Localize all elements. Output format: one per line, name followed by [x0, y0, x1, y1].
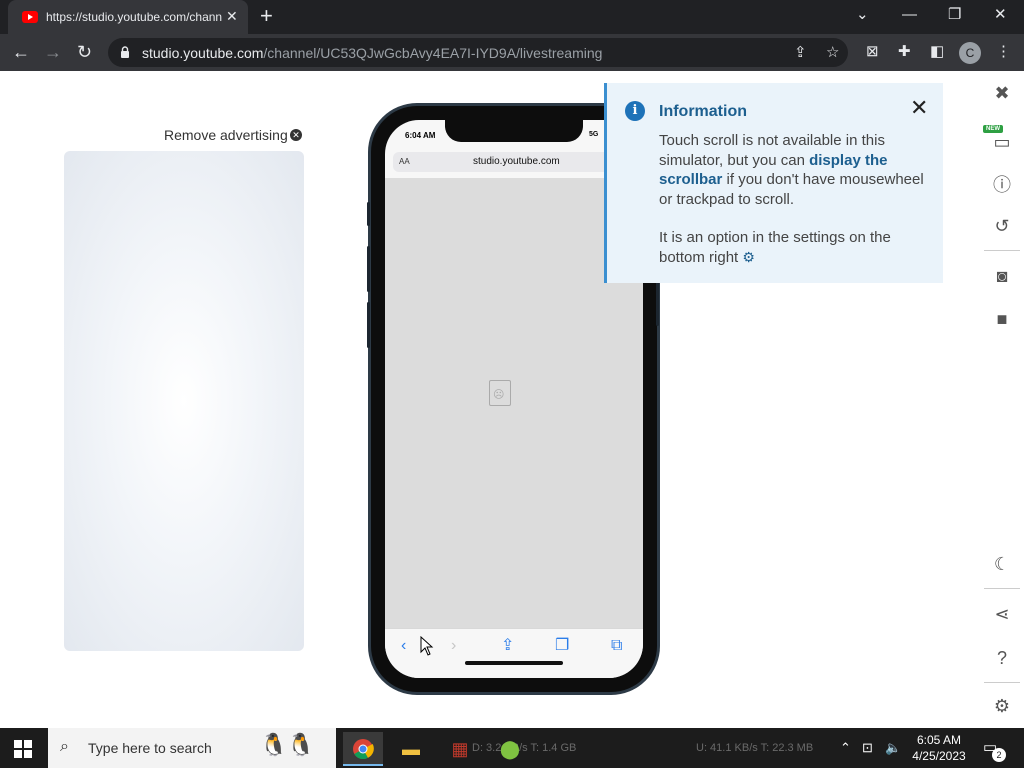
chrome-taskbar-icon[interactable] — [343, 732, 383, 766]
volume-up-button — [367, 246, 370, 292]
broken-page-icon: ☹ — [489, 380, 511, 406]
tab-search-chevron-icon[interactable]: ⌄ — [856, 6, 869, 24]
safari-back-icon[interactable]: ‹ — [401, 637, 406, 655]
url-text: studio.youtube.com/channel/UC53QJwGcbAvy… — [142, 45, 602, 61]
tab-close-icon[interactable]: ✕ — [226, 8, 238, 24]
remove-ad-close-icon[interactable]: ✕ — [290, 129, 302, 141]
search-icon: ⌕ — [60, 738, 69, 755]
side-panel-icon[interactable]: ◧ — [930, 43, 944, 61]
info-body: Touch scroll is not available in this si… — [659, 131, 929, 267]
information-panel: i Information ✕ Touch scroll is not avai… — [604, 83, 943, 283]
safari-tabs-icon[interactable]: ⧉ — [611, 637, 622, 655]
phone-notch — [445, 120, 583, 142]
camera-icon[interactable]: ◙ — [990, 264, 1014, 288]
video-camera-icon[interactable]: ■ — [990, 307, 1014, 331]
safari-url: studio.youtube.com — [473, 156, 560, 167]
windows-start-icon[interactable] — [14, 740, 32, 758]
clock-date: 4/25/2023 — [912, 749, 966, 763]
info-circle-icon: i — [625, 101, 645, 121]
reload-icon[interactable]: ↻ — [77, 42, 92, 62]
share-icon[interactable]: ⇪ — [794, 44, 807, 62]
mute-switch — [367, 202, 370, 226]
devices-icon[interactable]: ▭ — [990, 130, 1014, 154]
safari-share-icon[interactable]: ⇪ — [501, 637, 514, 655]
home-indicator — [465, 661, 563, 665]
sad-face-glyph: ☹ — [493, 389, 505, 401]
tray-chevron-icon[interactable]: ⌃ — [840, 740, 851, 756]
notification-count-badge: 2 — [992, 748, 1006, 762]
rail-divider — [984, 588, 1020, 589]
phone-network-label: 5G — [589, 131, 599, 138]
clock-time: 6:05 AM — [916, 733, 962, 747]
safari-address-bar[interactable]: AA studio.youtube.com ↻ — [393, 152, 635, 172]
close-circle-icon[interactable]: ✖ — [990, 81, 1014, 105]
safari-forward-icon[interactable]: › — [451, 637, 456, 655]
mouse-cursor-icon — [420, 636, 434, 656]
info-text-2: It is an option in the settings on the b… — [659, 228, 929, 267]
search-placeholder: Type here to search — [88, 740, 212, 756]
taskbar-search-box[interactable]: ⌕ Type here to search 🐧🐧 — [48, 728, 336, 768]
extensions-puzzle-icon[interactable]: ✚ — [898, 43, 911, 61]
lock-icon — [121, 46, 129, 58]
youtube-favicon-icon — [22, 11, 38, 23]
rail-divider — [984, 250, 1020, 251]
tab-strip: https://studio.youtube.com/channel/UC53Q… — [0, 0, 1024, 34]
dark-mode-moon-icon[interactable]: ☾ — [990, 552, 1014, 576]
phone-status-time: 6:04 AM — [405, 131, 436, 140]
gear-inline-icon: ⚙ — [742, 248, 755, 265]
extension-x-icon[interactable]: ⊠ — [866, 43, 879, 61]
volume-down-button — [367, 302, 370, 348]
info-close-button[interactable]: ✕ — [910, 97, 928, 119]
browser-toolbar: ← → ↻ studio.youtube.com/channel/UC53QJw… — [0, 34, 1024, 71]
advertisement-placeholder — [64, 151, 304, 651]
restore-button[interactable]: ❐ — [948, 6, 961, 24]
info-title: Information — [659, 103, 747, 120]
reader-aa-button[interactable]: AA — [399, 157, 410, 166]
info-icon[interactable]: ⓘ — [990, 173, 1014, 197]
winrar-icon[interactable]: ▦ — [440, 732, 480, 766]
safari-bookmarks-icon[interactable]: ❐ — [555, 637, 569, 655]
torrent-upload-stats: U: 41.1 KB/s T: 22.3 MB — [696, 742, 814, 754]
share-network-icon[interactable]: ⋖ — [990, 602, 1014, 626]
system-clock[interactable]: 6:05 AM 4/25/2023 — [906, 732, 972, 764]
info-text-2-content: It is an option in the settings on the b… — [659, 229, 891, 266]
window-close-button[interactable]: ✕ — [994, 6, 1007, 24]
back-arrow-icon[interactable]: ← — [12, 42, 30, 62]
address-bar[interactable]: studio.youtube.com/channel/UC53QJwGcbAvy… — [108, 38, 848, 67]
settings-gear-icon[interactable]: ⚙ — [990, 694, 1014, 718]
penguins-search-art-icon: 🐧🐧 — [260, 732, 315, 757]
network-icon[interactable]: ⊡ — [862, 740, 873, 756]
bookmark-star-icon[interactable]: ☆ — [826, 44, 839, 62]
new-tab-button[interactable]: + — [260, 5, 273, 27]
remove-advertising-link[interactable]: Remove advertising — [164, 127, 288, 143]
browser-tab[interactable]: https://studio.youtube.com/channel/UC53Q… — [8, 0, 248, 34]
url-host: studio.youtube.com — [142, 45, 264, 61]
rail-divider — [984, 682, 1020, 683]
file-explorer-icon[interactable]: ▬ — [391, 732, 431, 766]
volume-icon[interactable]: 🔈 — [885, 740, 901, 756]
profile-avatar[interactable]: C — [959, 42, 981, 64]
tab-title: https://studio.youtube.com/channel/UC53Q… — [46, 10, 222, 24]
url-path: /channel/UC53QJwGcbAvy4EA7I-IYD9A/livest… — [263, 45, 603, 61]
rotate-icon[interactable]: ↺ — [990, 214, 1014, 238]
windows-taskbar: ⌕ Type here to search 🐧🐧 D: 3.2 KB/s T: … — [0, 728, 1024, 768]
utorrent-icon[interactable]: ⬤ — [490, 732, 530, 766]
help-question-icon[interactable]: ? — [990, 646, 1014, 670]
minimize-button[interactable]: — — [902, 6, 917, 24]
menu-dots-icon[interactable]: ⋮ — [996, 43, 1011, 61]
forward-arrow-icon[interactable]: → — [44, 42, 62, 62]
